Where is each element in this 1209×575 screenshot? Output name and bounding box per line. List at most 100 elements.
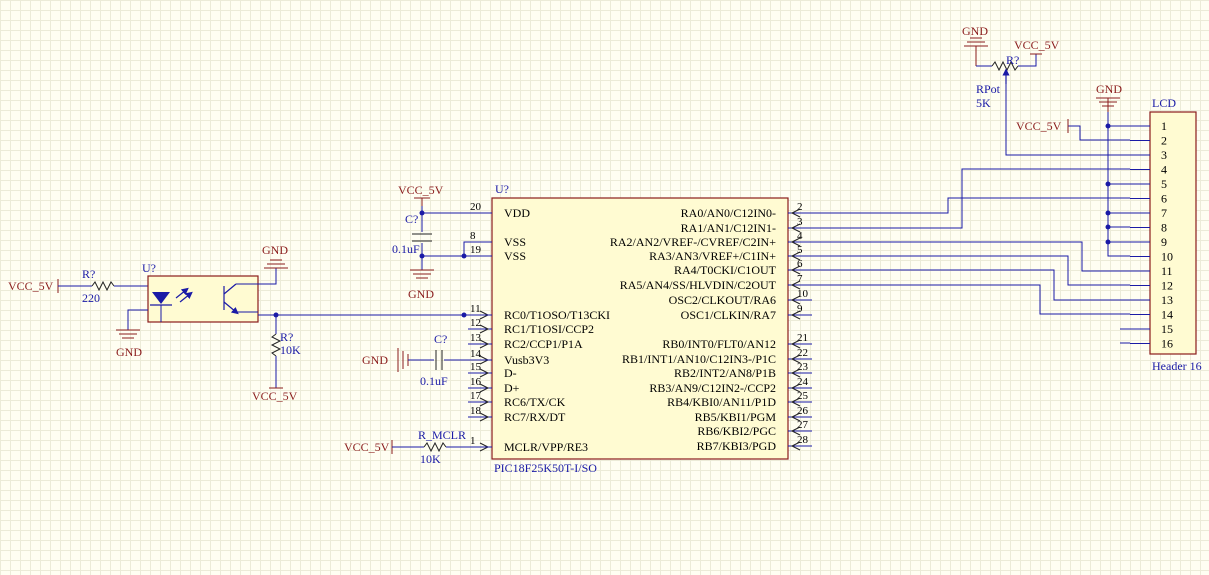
mcu-pin-number: 17: [470, 390, 482, 402]
lcd-header-body[interactable]: [1149, 111, 1197, 355]
pullup-vcc-label: VCC_5V: [252, 389, 298, 403]
mcu-pin-number: 24: [797, 376, 809, 388]
lcd-pin-number: 9: [1161, 235, 1167, 249]
mcu-pin-number: 12: [470, 317, 481, 329]
mcu-pin-name: VSS: [504, 235, 526, 249]
mclr-value: 10K: [420, 452, 441, 466]
lcd-pin-number: 7: [1161, 206, 1167, 220]
mcu-pin-number: 25: [797, 390, 809, 402]
mcu-pin-name: D-: [504, 366, 517, 380]
usb-cap-designator: C?: [434, 332, 447, 346]
lcd-pin-number: 12: [1161, 279, 1173, 293]
mcu-pin-name: RB3/AN9/C12IN2-/CCP2: [649, 381, 776, 395]
mclr-resistor[interactable]: [391, 440, 492, 454]
decap-gnd-label: GND: [408, 287, 434, 301]
pot-vcc-label: VCC_5V: [1014, 38, 1060, 52]
mcu-pin-name: RC7/RX/DT: [504, 410, 566, 424]
mcu-pin-number: 14: [470, 348, 482, 360]
pot-gnd-label: GND: [962, 24, 988, 38]
lcd-pin-number: 4: [1161, 163, 1167, 177]
mcu-pin-name: RA3/AN3/VREF+/C1IN+: [649, 249, 776, 263]
mclr-designator: R_MCLR: [418, 428, 466, 442]
schematic-canvas: { "mcu": { "designator": "U?", "part": "…: [0, 0, 1209, 575]
mcu-pin-number: 13: [470, 332, 482, 344]
lcd-pin-number: 6: [1161, 192, 1167, 206]
mcu-pin-name: Vusb3V3: [504, 353, 549, 367]
mcu-pin-number: 2: [797, 201, 803, 213]
lcd-gnd-symbol: GND: [1096, 82, 1122, 112]
lcd-vcc-label: VCC_5V: [1016, 119, 1062, 133]
mcu-pin-number: 7: [797, 273, 803, 285]
lcd-pin-number: 3: [1161, 148, 1167, 162]
opto-right-gnd-label: GND: [262, 243, 288, 257]
mcu-pin-name: RB2/INT2/AN8/P1B: [674, 366, 776, 380]
lcd-pin-number: 14: [1161, 308, 1173, 322]
mcu-pin-number: 11: [470, 303, 481, 315]
mcu-pin-name: OSC2/CLKOUT/RA6: [669, 293, 776, 307]
mcu-pin-name: RB5/KBI1/PGM: [695, 410, 777, 424]
mcu-pin-number: 28: [797, 434, 809, 446]
lcd-pin-number: 5: [1161, 177, 1167, 191]
mcu-pin-name: OSC1/CLKIN/RA7: [681, 308, 776, 322]
mcu-pin-number: 27: [797, 419, 809, 431]
input-resistor-designator: R?: [82, 267, 95, 281]
mcu-pin-number: 22: [797, 347, 808, 359]
mcu-pin-number: 5: [797, 244, 803, 256]
lcd-designator: LCD: [1152, 96, 1176, 110]
opto-designator: U?: [142, 261, 156, 275]
mcu-pin-number: 23: [797, 361, 809, 373]
input-vcc-label: VCC_5V: [8, 279, 54, 293]
mcu-pin-number: 1: [470, 435, 476, 447]
mcu-pin-name: RC0/T1OSO/T13CKI: [504, 308, 610, 322]
opto-right-gnd-symbol: [258, 259, 288, 285]
lcd-pin-number: 13: [1161, 293, 1173, 307]
lcd-pin-number: 1: [1161, 119, 1167, 133]
optocoupler[interactable]: [127, 275, 259, 330]
lcd-part-name: Header 16: [1152, 359, 1202, 373]
mcu-pin-name: RA4/T0CKI/C1OUT: [674, 263, 777, 277]
lcd-gnd-label: GND: [1096, 82, 1122, 96]
mcu-pin-name: VSS: [504, 249, 526, 263]
mcu-pin-number: 16: [470, 376, 482, 388]
mcu-pin-number: 18: [470, 405, 482, 417]
decap-vcc-label: VCC_5V: [398, 183, 444, 197]
pullup-value: 10K: [280, 343, 301, 357]
pullup-designator: R?: [280, 330, 293, 344]
mcu-pin-name: RB7/KBI3/PGD: [697, 439, 777, 453]
mcu-pin-name: RC2/CCP1/P1A: [504, 337, 583, 351]
usb-cap-gnd-label: GND: [362, 353, 388, 367]
pot-designator: R?: [1006, 53, 1019, 67]
mcu-pin-name: RC6/TX/CK: [504, 395, 566, 409]
lcd-pin-number: 11: [1161, 264, 1173, 278]
pot-value: 5K: [976, 96, 991, 110]
mcu-part-name: PIC18F25K50T-I/SO: [494, 461, 597, 475]
mcu-pin-name: D+: [504, 381, 520, 395]
mclr-vcc-label: VCC_5V: [344, 440, 390, 454]
mcu-pin-number: 19: [470, 244, 482, 256]
mcu-pin-name: RA2/AN2/VREF-/CVREF/C2IN+: [610, 235, 776, 249]
mcu-pin-name: RC1/T1OSI/CCP2: [504, 322, 594, 336]
mcu-pin-number: 6: [797, 258, 803, 270]
mcu-pin-number: 3: [797, 216, 803, 228]
mcu-pin-number: 15: [470, 361, 482, 373]
lcd-data-wires: [806, 76, 1130, 344]
opto-left-gnd-symbol: [116, 329, 140, 339]
mcu-pin-number: 4: [797, 230, 803, 242]
mcu-pin-name: MCLR/VPP/RE3: [504, 440, 588, 454]
pot-name: RPot: [976, 82, 1001, 96]
mcu-pin-number: 20: [470, 201, 482, 213]
decap-designator: C?: [405, 212, 418, 226]
mcu-pin-name: RB1/INT1/AN10/C12IN3-/P1C: [622, 352, 776, 366]
mcu-pin-name: RB4/KBI0/AN11/P1D: [667, 395, 776, 409]
usb-cap-value: 0.1uF: [420, 374, 448, 388]
mcu-pin-number: 26: [797, 405, 809, 417]
mcu-pin-number: 21: [797, 332, 808, 344]
mcu-pin-name: RA0/AN0/C12IN0-: [681, 206, 776, 220]
mcu-pin-name: RA1/AN1/C12IN1-: [681, 221, 776, 235]
opto-left-gnd-label: GND: [116, 345, 142, 359]
input-resistor[interactable]: [57, 279, 148, 293]
lcd-pin-number: 16: [1161, 337, 1173, 351]
lcd-pin-number: 2: [1161, 134, 1167, 148]
decap-value: 0.1uF: [392, 242, 420, 256]
lcd-vcc-symbol: VCC_5V: [1016, 119, 1069, 133]
